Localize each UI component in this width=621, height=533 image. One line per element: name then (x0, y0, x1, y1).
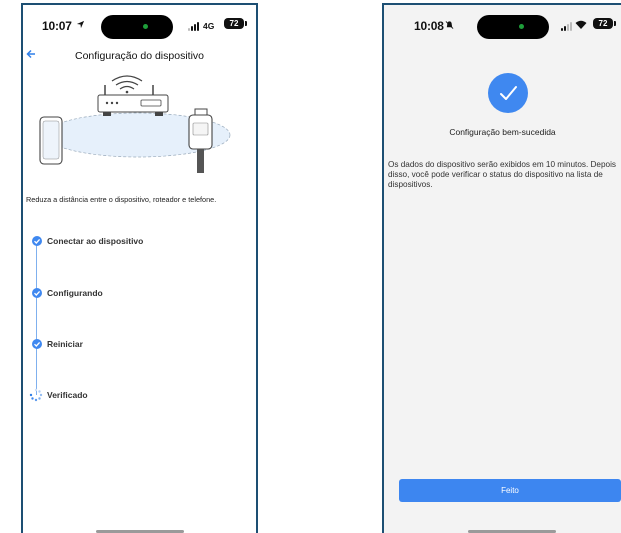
dynamic-island (101, 15, 173, 39)
success-check-icon (488, 73, 528, 113)
battery-icon: 72 (224, 18, 247, 29)
success-title: Configuração bem-sucedida (449, 127, 556, 137)
location-arrow-icon (76, 20, 85, 29)
phone-screen-setup: 10:07 4G 72 Configuração do dispositivo (21, 3, 258, 533)
done-button[interactable]: Feito (399, 479, 621, 502)
step-label: Configurando (47, 288, 103, 298)
wifi-icon (575, 20, 587, 29)
step-label: Reiniciar (47, 339, 83, 349)
check-icon (32, 339, 42, 349)
distance-hint: Reduza a distância entre o dispositivo, … (26, 195, 217, 204)
success-description: Os dados do dispositivo serão exibidos e… (388, 160, 617, 189)
status-bar: 10:08 72 (384, 5, 621, 45)
sensor-illustration (188, 108, 213, 173)
check-icon (32, 236, 42, 246)
signal-icon (561, 22, 572, 31)
phone-screen-success: 10:08 72 Configuração bem-sucedida Os da… (382, 3, 621, 533)
progress-line (36, 243, 37, 395)
phone-illustration (39, 116, 63, 165)
battery-icon: 72 (593, 18, 616, 29)
status-bar: 10:07 4G 72 (23, 5, 256, 45)
step-label: Conectar ao dispositivo (47, 236, 144, 246)
step-label: Verificado (47, 390, 88, 400)
network-label: 4G (203, 21, 215, 31)
page-title: Configuração do dispositivo (75, 50, 204, 62)
bell-slash-icon (445, 21, 454, 29)
check-icon (32, 288, 42, 298)
signal-icon (188, 22, 199, 31)
wifi-signal-icon (111, 75, 143, 94)
spinner-icon (29, 388, 43, 402)
status-time: 10:07 (42, 19, 72, 33)
dynamic-island (477, 15, 549, 39)
setup-illustration (39, 75, 231, 173)
router-illustration (97, 85, 169, 116)
status-time: 10:08 (414, 19, 444, 33)
